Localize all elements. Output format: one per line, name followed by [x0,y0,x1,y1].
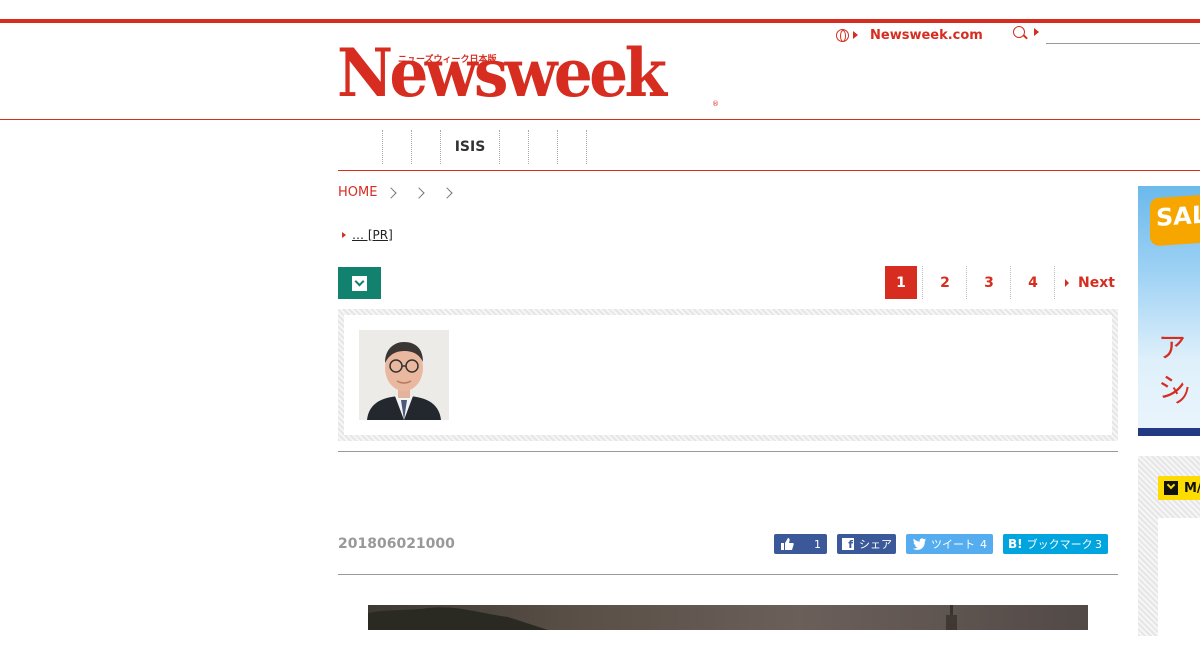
arrow-right-icon [1065,278,1069,287]
ad-sale-badge: SAL [1150,193,1200,247]
sidebar-ad-banner[interactable]: SAL アシ ソ [1138,186,1200,436]
chevron-down-icon [352,275,367,291]
twitter-bird-icon [912,538,926,550]
nav-item[interactable] [383,130,412,164]
newsweek-com-link[interactable]: Newsweek.com [870,28,983,43]
hatena-bookmark-button[interactable]: B! ブックマーク 3 [1003,534,1108,554]
facebook-like-button[interactable]: 1 [774,534,827,554]
chevron-right-icon [441,186,454,199]
tweet-label: ツイート [931,538,975,551]
author-box [338,309,1118,441]
divider [922,266,924,299]
sidebar-widget: M/ [1138,456,1200,648]
check-icon [1164,481,1178,495]
twitter-tweet-button[interactable]: ツイート 4 [906,534,993,554]
main-nav: ISIS [338,130,587,164]
next-page-link[interactable]: Next [1065,275,1115,291]
ad-subheadline: ソ [1170,384,1193,409]
header-divider [0,119,1200,120]
search-toggle[interactable] [1013,26,1039,38]
facebook-icon: f [842,538,854,550]
top-accent-bar [0,19,1200,23]
author-photo-icon [359,330,449,420]
divider [1054,266,1056,299]
article-photo [368,605,957,630]
article-main-image [368,605,1088,630]
author-avatar[interactable] [359,330,449,420]
hatena-icon: B! [1008,537,1023,551]
nav-item[interactable] [558,130,587,164]
site-logo[interactable]: Newsweek [337,40,667,106]
breadcrumb: HOME [338,185,461,200]
nav-item[interactable] [500,130,529,164]
arrow-right-icon [1034,28,1039,36]
widget-title-text: M/ [1184,480,1200,496]
widget-title: M/ [1158,476,1200,500]
logo-subtitle: ニューズウィーク日本版 [398,55,497,65]
page-4[interactable]: 4 [1017,266,1049,299]
globe-icon [836,28,849,42]
nav-item[interactable] [338,130,383,164]
nav-divider [338,170,1200,171]
page-3[interactable]: 3 [973,266,1005,299]
chevron-right-icon [385,186,398,199]
article-id: 201806021000 [338,536,455,552]
page-2[interactable]: 2 [929,266,961,299]
tweet-count: 4 [980,537,987,551]
bookmark-count: 3 [1095,537,1102,551]
next-label: Next [1078,274,1115,291]
ad-footer-bar [1138,428,1200,436]
nav-item[interactable] [412,130,441,164]
expand-toggle-button[interactable] [338,267,381,299]
global-site-link[interactable]: Newsweek.com [836,26,983,44]
nav-item-isis[interactable]: ISIS [441,130,500,164]
arrow-right-icon [342,232,346,238]
share-label: シェア [859,538,892,551]
search-input[interactable] [1046,32,1200,44]
pagination: 1 2 3 4 Next [885,266,1115,299]
divider [966,266,968,299]
pr-link-row: … [PR] [342,228,393,242]
divider [1010,266,1012,299]
breadcrumb-home[interactable]: HOME [338,185,377,200]
search-icon [1013,26,1025,38]
section-divider [338,574,1118,575]
logo-registered-mark: ® [712,100,719,108]
section-divider [338,451,1118,452]
bookmark-label: ブックマーク [1026,538,1093,551]
thumbs-up-icon [781,538,794,550]
page-1[interactable]: 1 [885,266,917,299]
author-box-inner [344,315,1112,435]
pr-link[interactable]: … [PR] [352,228,393,242]
chevron-right-icon [413,186,426,199]
facebook-share-button[interactable]: f シェア [837,534,896,554]
nav-item[interactable] [529,130,558,164]
widget-content [1158,518,1200,648]
arrow-right-icon [853,31,858,39]
like-count: 1 [814,537,821,551]
